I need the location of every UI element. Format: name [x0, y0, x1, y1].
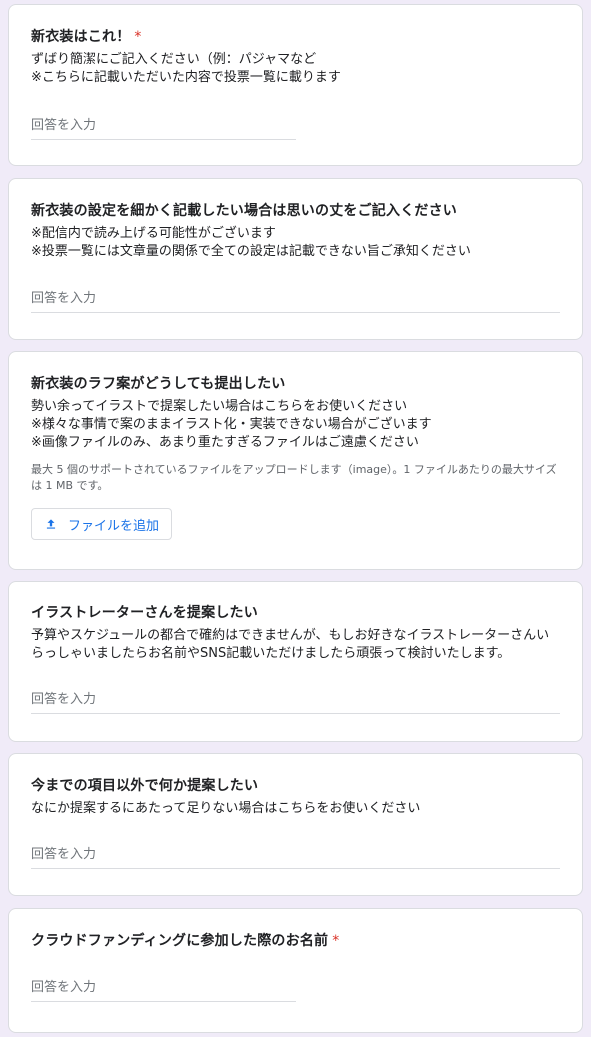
- upload-note-line: は 1 MB です。: [31, 479, 109, 492]
- question-title-text: クラウドファンディングに参加した際のお名前: [31, 933, 329, 949]
- question-title-text: 新衣装の設定を細かく記載したい場合は思いの丈をご記入ください: [31, 203, 457, 219]
- description-line: 勢い余ってイラストで提案したい場合はこちらをお使いください: [31, 399, 408, 414]
- question-title-text: 新衣装はこれ！: [31, 29, 131, 45]
- add-file-label: ファイルを追加: [68, 518, 160, 534]
- question-description: ずばり簡潔にご記入ください（例：パジャマなど ※こちらに記載いただいた内容で投票…: [31, 51, 560, 87]
- question-title-text: イラストレーターさんを提案したい: [31, 605, 258, 621]
- question-description: ※配信内で読み上げる可能性がございます ※投票一覧には文章量の関係で全ての設定は…: [31, 225, 560, 261]
- description-line: なにか提案するにあたって足りない場合はこちらをお使いください: [31, 801, 421, 816]
- answer-input[interactable]: 回答を入力: [31, 846, 560, 869]
- description-line: ※様々な事情で案のままイラスト化・実装できない場合がございます: [31, 417, 432, 432]
- upload-note-line: 最大 5 個のサポートされているファイルをアップロードします（image）。1 …: [31, 463, 557, 476]
- question-card-costume-settings: 新衣装の設定を細かく記載したい場合は思いの丈をご記入ください ※配信内で読み上げ…: [8, 178, 583, 340]
- answer-input[interactable]: 回答を入力: [31, 117, 296, 140]
- question-card-rough-sketch: 新衣装のラフ案がどうしても提出したい 勢い余ってイラストで提案したい場合はこちら…: [8, 351, 583, 570]
- description-line: らっしゃいましたらお名前やSNS記載いただけましたら頑張って検討いたします。: [31, 646, 511, 661]
- description-line: ※画像ファイルのみ、あまり重たすぎるファイルはご遠慮ください: [31, 435, 419, 450]
- question-title-text: 今までの項目以外で何か提案したい: [31, 778, 259, 794]
- description-line: 予算やスケジュールの都合で確約はできませんが、もしお好きなイラストレーターさんい: [31, 628, 550, 643]
- question-title: イラストレーターさんを提案したい: [31, 603, 560, 623]
- answer-input[interactable]: 回答を入力: [31, 691, 560, 714]
- description-line: ※配信内で読み上げる可能性がございます: [31, 226, 276, 241]
- answer-input[interactable]: 回答を入力: [31, 979, 296, 1002]
- upload-icon: [46, 519, 56, 529]
- question-title: 新衣装はこれ！ *: [31, 27, 560, 47]
- question-description: なにか提案するにあたって足りない場合はこちらをお使いください: [31, 800, 560, 818]
- answer-input[interactable]: 回答を入力: [31, 290, 560, 313]
- description-line: ※投票一覧には文章量の関係で全ての設定は記載できない旨ご承知ください: [31, 244, 471, 259]
- description-line: ※こちらに記載いただいた内容で投票一覧に載ります: [31, 70, 341, 85]
- question-title: クラウドファンディングに参加した際のお名前 *: [31, 931, 560, 951]
- required-mark: *: [332, 933, 340, 949]
- question-card-new-costume: 新衣装はこれ！ * ずばり簡潔にご記入ください（例：パジャマなど ※こちらに記載い…: [8, 4, 583, 166]
- question-card-crowdfunding-name: クラウドファンディングに参加した際のお名前 * 回答を入力: [8, 908, 583, 1033]
- question-card-other-proposal: 今までの項目以外で何か提案したい なにか提案するにあたって足りない場合はこちらを…: [8, 753, 583, 896]
- question-title: 新衣装のラフ案がどうしても提出したい: [31, 374, 560, 394]
- question-title: 新衣装の設定を細かく記載したい場合は思いの丈をご記入ください: [31, 201, 560, 221]
- question-card-illustrator: イラストレーターさんを提案したい 予算やスケジュールの都合で確約はできませんが、…: [8, 581, 583, 742]
- question-description: 勢い余ってイラストで提案したい場合はこちらをお使いください ※様々な事情で案のま…: [31, 398, 560, 452]
- add-file-button[interactable]: ファイルを追加: [31, 508, 173, 540]
- upload-note: 最大 5 個のサポートされているファイルをアップロードします（image）。1 …: [31, 462, 560, 494]
- question-title-text: 新衣装のラフ案がどうしても提出したい: [31, 376, 286, 392]
- description-line: ずばり簡潔にご記入ください（例：パジャマなど: [31, 52, 317, 67]
- question-title: 今までの項目以外で何か提案したい: [31, 776, 560, 796]
- required-mark: *: [134, 29, 142, 45]
- question-description: 予算やスケジュールの都合で確約はできませんが、もしお好きなイラストレーターさんい…: [31, 627, 560, 663]
